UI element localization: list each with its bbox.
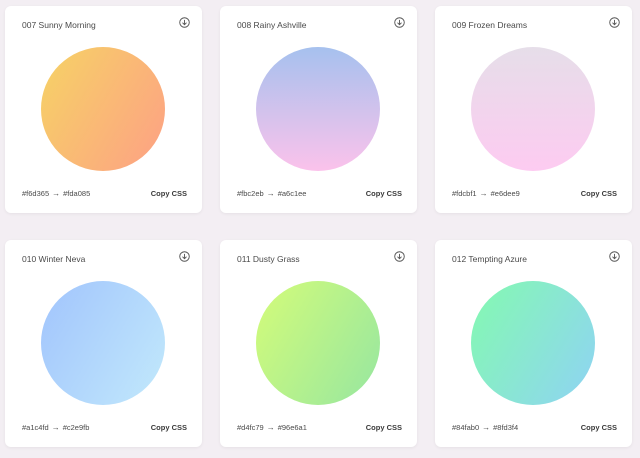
- color-from-code: #a1c4fd: [22, 423, 49, 432]
- color-from-code: #fdcbf1: [452, 189, 477, 198]
- gradient-preview-circle: [256, 47, 380, 171]
- color-from-code: #f6d365: [22, 189, 50, 198]
- card-footer: #fdcbf1 → #e6dee9 Copy CSS: [452, 189, 617, 201]
- card-title: 007 Sunny Morning: [22, 20, 96, 30]
- copy-css-button[interactable]: Copy CSS: [581, 423, 617, 432]
- gradient-card-rainy-ashville: 008 Rainy Ashville #fbc2eb → #a6c1ee Copy …: [220, 6, 417, 213]
- color-to-code: #a6c1ee: [277, 189, 307, 198]
- color-codes: #fdcbf1 → #e6dee9: [452, 189, 520, 198]
- gradient-preview-circle: [471, 47, 595, 171]
- card-footer: #84fab0 → #8fd3f4 Copy CSS: [452, 423, 617, 435]
- arrow-right-icon: →: [266, 423, 275, 432]
- copy-css-button[interactable]: Copy CSS: [151, 423, 187, 432]
- gradient-card-sunny-morning: 007 Sunny Morning #f6d365 → #fda085 Copy C…: [5, 6, 202, 213]
- card-footer: #fbc2eb → #a6c1ee Copy CSS: [237, 189, 402, 201]
- download-icon[interactable]: [394, 251, 405, 262]
- download-icon[interactable]: [179, 251, 190, 262]
- arrow-right-icon: →: [479, 189, 488, 198]
- gradient-card-dusty-grass: 011 Dusty Grass #d4fc79 → #96e6a1 Copy CSS: [220, 240, 417, 447]
- color-from-code: #fbc2eb: [237, 189, 264, 198]
- color-codes: #fbc2eb → #a6c1ee: [237, 189, 306, 198]
- copy-css-button[interactable]: Copy CSS: [151, 189, 187, 198]
- color-codes: #f6d365 → #fda085: [22, 189, 90, 198]
- download-icon[interactable]: [609, 251, 620, 262]
- gradient-preview-circle: [41, 281, 165, 405]
- color-to-code: #e6dee9: [490, 189, 520, 198]
- card-footer: #f6d365 → #fda085 Copy CSS: [22, 189, 187, 201]
- download-icon[interactable]: [179, 17, 190, 28]
- arrow-right-icon: →: [266, 189, 275, 198]
- color-codes: #84fab0 → #8fd3f4: [452, 423, 518, 432]
- color-from-code: #84fab0: [452, 423, 480, 432]
- card-title: 012 Tempting Azure: [452, 254, 527, 264]
- arrow-right-icon: →: [51, 423, 60, 432]
- gradient-card-tempting-azure: 012 Tempting Azure #84fab0 → #8fd3f4 Copy …: [435, 240, 632, 447]
- card-title: 009 Frozen Dreams: [452, 20, 528, 30]
- gradient-preview-circle: [471, 281, 595, 405]
- color-from-code: #d4fc79: [237, 423, 264, 432]
- download-icon[interactable]: [394, 17, 405, 28]
- gradient-preview-circle: [256, 281, 380, 405]
- color-codes: #a1c4fd → #c2e9fb: [22, 423, 89, 432]
- card-title: 011 Dusty Grass: [237, 254, 300, 264]
- card-title: 010 Winter Neva: [22, 254, 86, 264]
- color-to-code: #fda085: [63, 189, 91, 198]
- arrow-right-icon: →: [482, 423, 491, 432]
- card-title: 008 Rainy Ashville: [237, 20, 307, 30]
- copy-css-button[interactable]: Copy CSS: [366, 189, 402, 198]
- gradient-card-winter-neva: 010 Winter Neva #a1c4fd → #c2e9fb Copy CSS: [5, 240, 202, 447]
- color-to-code: #c2e9fb: [62, 423, 90, 432]
- copy-css-button[interactable]: Copy CSS: [366, 423, 402, 432]
- download-icon[interactable]: [609, 17, 620, 28]
- color-codes: #d4fc79 → #96e6a1: [237, 423, 307, 432]
- gradient-preview-circle: [41, 47, 165, 171]
- gradient-card-frozen-dreams: 009 Frozen Dreams #fdcbf1 → #e6dee9 Copy C…: [435, 6, 632, 213]
- card-footer: #d4fc79 → #96e6a1 Copy CSS: [237, 423, 402, 435]
- card-footer: #a1c4fd → #c2e9fb Copy CSS: [22, 423, 187, 435]
- color-to-code: #8fd3f4: [493, 423, 519, 432]
- copy-css-button[interactable]: Copy CSS: [581, 189, 617, 198]
- arrow-right-icon: →: [52, 189, 61, 198]
- color-to-code: #96e6a1: [277, 423, 307, 432]
